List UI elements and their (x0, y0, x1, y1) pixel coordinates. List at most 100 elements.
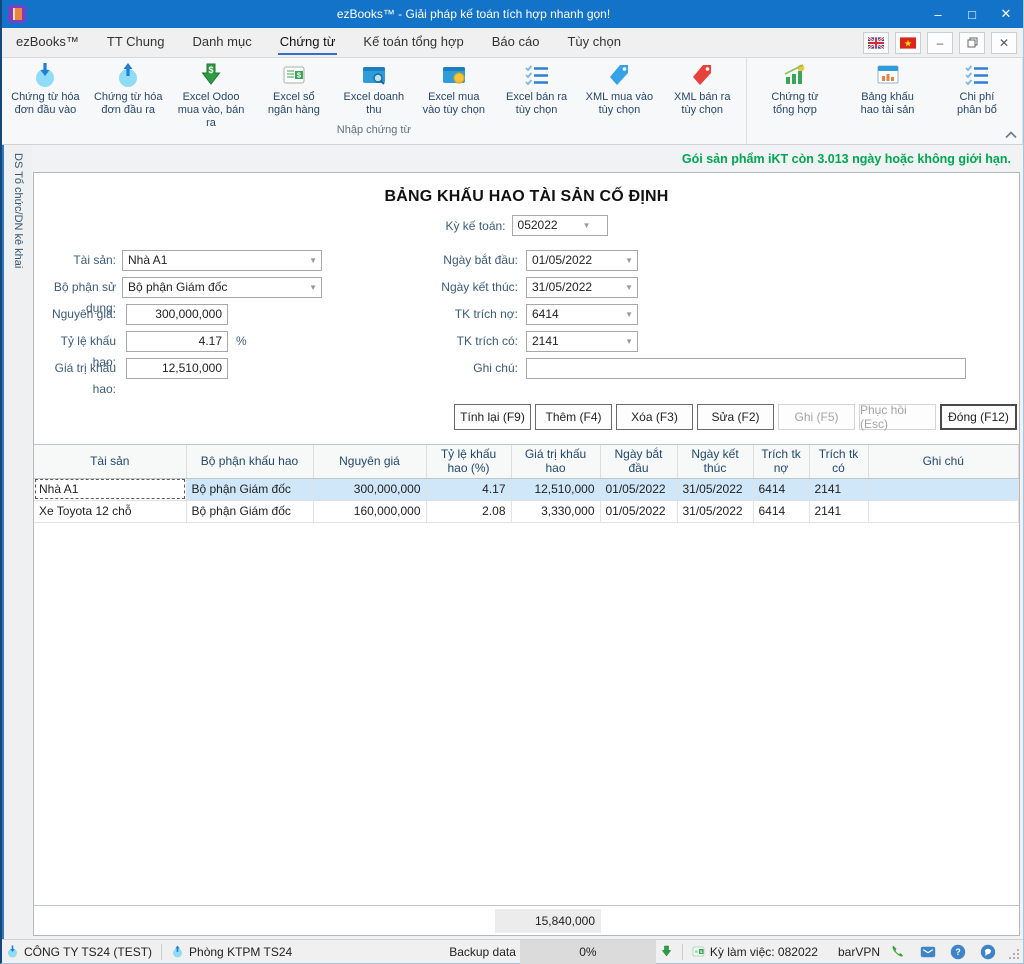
language-english-button[interactable] (863, 32, 889, 54)
ledger-icon: ≡ $ (692, 945, 705, 958)
toolbar-bang-khau-hao-tai-san[interactable]: Bảng khấu hao tài sản (841, 58, 934, 117)
asset-combobox[interactable]: Nhà A1▼ (122, 250, 322, 271)
accounting-period-label: Kỳ kế toán: (445, 219, 505, 233)
edit-button[interactable]: Sửa (F2) (697, 404, 774, 430)
uk-flag-icon (868, 35, 884, 51)
delete-button[interactable]: Xóa (F3) (616, 404, 693, 430)
grid-header-row: Tài sản Bộ phận khấu hao Nguyên giá Tỷ l… (34, 445, 1019, 478)
col-bo-phan-khau-hao[interactable]: Bộ phận khấu hao (186, 445, 313, 478)
action-buttons: Tính lại (F9) Thêm (F4) Xóa (F3) Sửa (F2… (34, 404, 1017, 430)
restore-icon (967, 37, 978, 48)
start-date-combobox[interactable]: 01/05/2022▼ (526, 250, 638, 271)
toolbar-chung-tu-hoa-don-dau-vao[interactable]: Chứng từ hóa đơn đầu vào (4, 58, 87, 117)
total-depreciation-value: 15,840,000 (495, 909, 601, 933)
col-trich-tk-no[interactable]: Trích tk nợ (753, 445, 809, 478)
toolbar-chung-tu-tong-hop[interactable]: Chứng từ tổng hợp (749, 58, 842, 117)
toolbar-excel-mua-vao-tuy-chon[interactable]: Excel mua vào tùy chọn (412, 58, 495, 117)
menu-bao-cao[interactable]: Báo cáo (478, 28, 554, 58)
save-button[interactable]: Ghi (F5) (778, 404, 855, 430)
side-tab-ds-to-chuc[interactable]: DS Tổ chức/DN kê khai (12, 145, 24, 268)
arrow-down-circle-icon (6, 945, 19, 958)
ribbon-collapse-button[interactable] (1005, 128, 1017, 142)
add-button[interactable]: Thêm (F4) (535, 404, 612, 430)
debit-account-label: TK trích nợ: (394, 304, 518, 325)
menu-ezbooks[interactable]: ezBooks™ (2, 28, 93, 58)
document-restore-button[interactable] (959, 32, 985, 54)
credit-account-label: TK trích có: (394, 331, 518, 352)
close-button[interactable]: Đóng (F12) (940, 404, 1017, 430)
arrow-down-circle-icon (32, 62, 58, 88)
window-close-button[interactable]: ✕ (989, 0, 1023, 28)
chevron-down-icon: ▼ (309, 251, 317, 270)
backup-download-button[interactable] (656, 945, 677, 958)
menu-tuy-chon[interactable]: Tùy chọn (553, 28, 634, 58)
toolbar-excel-so-ngan-hang[interactable]: $ Excel sổ ngân hàng (252, 58, 335, 117)
menu-danh-muc[interactable]: Danh mục (178, 28, 265, 58)
accounting-period-combobox[interactable]: 052022 ▼ (512, 215, 608, 236)
toolbar-chung-tu-hoa-don-dau-ra[interactable]: Chứng từ hóa đơn đầu ra (87, 58, 170, 117)
percent-suffix: % (236, 331, 247, 352)
table-row[interactable]: Xe Toyota 12 chỗ Bộ phận Giám đốc 160,00… (34, 500, 1019, 522)
toolbar-excel-ban-ra-tuy-chon[interactable]: Excel bán ra tùy chọn (495, 58, 578, 117)
col-ngay-bat-dau[interactable]: Ngày bắt đầu (600, 445, 677, 478)
toolbar-xml-ban-ra-tuy-chon[interactable]: XML bán ra tùy chọn (661, 58, 744, 117)
window-coin-icon (441, 62, 467, 88)
checklist-icon (524, 62, 550, 88)
note-input[interactable] (526, 358, 966, 379)
app-window: ezBooks™ - Giải pháp kế toán tích hợp nh… (0, 0, 1024, 964)
col-nguyen-gia[interactable]: Nguyên giá (313, 445, 426, 478)
dollar-download-icon: $ (198, 62, 224, 88)
department-combobox[interactable]: Bộ phận Giám đốc▼ (122, 277, 322, 298)
window-maximize-button[interactable]: □ (955, 0, 989, 28)
toolbar-excel-doanh-thu[interactable]: Excel doanh thu (335, 58, 412, 117)
col-trich-tk-co[interactable]: Trích tk có (809, 445, 868, 478)
status-department[interactable]: Phòng KTPM TS24 (167, 945, 296, 959)
debit-account-combobox[interactable]: 6414▼ (526, 304, 638, 325)
license-notice: Gói sản phẩm iKT còn 3.013 ngày hoặc khô… (682, 152, 1011, 166)
language-vietnamese-button[interactable] (895, 32, 921, 54)
restore-button[interactable]: Phục hồi (Esc) (859, 404, 936, 430)
ribbon-group-label: Nhập chứng từ (4, 124, 744, 143)
end-date-label: Ngày kết thúc: (394, 277, 518, 298)
window-minimize-button[interactable]: – (921, 0, 955, 28)
mail-icon[interactable] (920, 944, 936, 960)
grid-footer: 15,840,000 (34, 905, 1019, 935)
chat-icon[interactable] (980, 944, 996, 960)
document-minimize-button[interactable]: – (927, 32, 953, 54)
content-area: DS Tổ chức/DN kê khai Gói sản phẩm iKT c… (2, 145, 1023, 939)
menu-tt-chung[interactable]: TT Chung (93, 28, 179, 58)
recalculate-button[interactable]: Tính lại (F9) (454, 404, 531, 430)
phone-icon[interactable] (890, 944, 906, 960)
depreciation-value-input[interactable]: 12,510,000 (126, 358, 228, 379)
menu-ke-toan-tong-hop[interactable]: Kế toán tổng hợp (349, 28, 477, 58)
status-company[interactable]: CÔNG TY TS24 (TEST) (2, 945, 156, 959)
original-cost-input[interactable]: 300,000,000 (126, 304, 228, 325)
depreciation-rate-input[interactable]: 4.17 (126, 331, 228, 352)
toolbar-xml-mua-vao-tuy-chon[interactable]: XML mua vào tùy chọn (578, 58, 661, 117)
col-ghi-chu[interactable]: Ghi chú (868, 445, 1019, 478)
col-tai-san[interactable]: Tài sản (34, 445, 186, 478)
download-green-icon (660, 945, 673, 958)
resize-grip[interactable] (1008, 948, 1020, 963)
credit-account-combobox[interactable]: 2141▼ (526, 331, 638, 352)
menu-chung-tu[interactable]: Chứng từ (266, 28, 350, 58)
window-title: ezBooks™ - Giải pháp kế toán tích hợp nh… (26, 7, 921, 21)
depreciation-panel: BẢNG KHẤU HAO TÀI SẢN CỐ ĐỊNH Kỳ kế toán… (33, 172, 1020, 936)
end-date-combobox[interactable]: 31/05/2022▼ (526, 277, 638, 298)
start-date-label: Ngày bắt đầu: (394, 250, 518, 271)
window-search-icon (361, 62, 387, 88)
toolbar-chi-phi-phan-bo[interactable]: Chi phí phân bổ (934, 58, 1020, 117)
col-ngay-ket-thuc[interactable]: Ngày kết thúc (677, 445, 753, 478)
backup-data-label: Backup data (445, 945, 520, 959)
page-title: BẢNG KHẤU HAO TÀI SẢN CỐ ĐỊNH (34, 188, 1019, 206)
vpn-label[interactable]: barVPN (834, 945, 884, 959)
document-close-button[interactable]: ✕ (991, 32, 1017, 54)
working-period[interactable]: ≡ $ Kỳ làm việc: 082022 (688, 945, 822, 959)
col-ty-le-khau-hao[interactable]: Tỷ lệ khấu hao (%) (426, 445, 511, 478)
table-row[interactable]: Nhà A1 Bộ phận Giám đốc 300,000,000 4.17… (34, 478, 1019, 500)
col-gia-tri-khau-hao[interactable]: Giá trị khấu hao (511, 445, 600, 478)
toolbar-excel-odoo-mua-vao-ban-ra[interactable]: $ Excel Odoo mua vào, bán ra (170, 58, 253, 130)
help-icon[interactable]: ? (950, 944, 966, 960)
vietnam-flag-icon (900, 35, 916, 51)
original-cost-label: Nguyên giá: (38, 304, 116, 325)
